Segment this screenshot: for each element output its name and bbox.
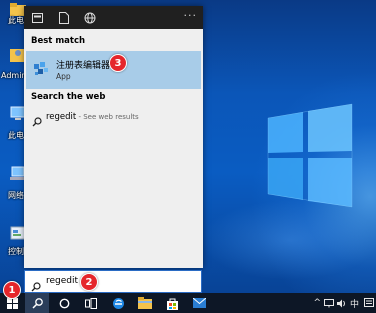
best-match-title: 注册表编辑器 (56, 61, 111, 71)
notification-icon[interactable] (364, 298, 374, 308)
taskbar-search-button[interactable] (25, 293, 49, 313)
system-tray: ^ 中 (313, 293, 374, 313)
best-match-heading: Best match (31, 36, 86, 46)
tray-up-chevron-icon[interactable]: ^ (313, 298, 321, 308)
annotation-badge-2: 2 (80, 273, 98, 291)
more-options-icon[interactable]: ··· (184, 9, 198, 22)
svg-text:中: 中 (350, 298, 359, 308)
documents-filter-icon[interactable] (56, 10, 71, 25)
network-status-icon[interactable] (324, 298, 334, 308)
search-input-value: regedit (46, 276, 79, 286)
cortana-button[interactable] (52, 293, 76, 313)
taskbar-store-button[interactable] (160, 293, 184, 313)
web-filter-globe-icon[interactable] (82, 10, 97, 25)
annotation-badge-3: 3 (109, 54, 127, 72)
task-view-button[interactable] (79, 293, 103, 313)
file-explorer-icon (138, 297, 152, 309)
start-search-panel: ··· Best match 注册表编辑器 App Search the web… (24, 6, 203, 268)
volume-icon[interactable] (337, 299, 347, 308)
search-input[interactable]: regedit (24, 270, 202, 293)
web-result-query: regedit (46, 112, 77, 122)
web-result-suffix: - See web results (76, 113, 139, 121)
web-result[interactable]: regedit - See web results (26, 107, 201, 127)
taskbar-explorer-button[interactable] (133, 293, 157, 313)
ime-icon[interactable]: 中 (350, 298, 361, 308)
search-web-heading: Search the web (31, 92, 106, 102)
best-match-subtitle: App (56, 72, 71, 81)
desktop-icon-label: 此电 (8, 131, 24, 140)
search-filter-bar: ··· (24, 6, 203, 29)
mail-icon (192, 298, 206, 308)
registry-editor-icon (32, 60, 50, 78)
edge-browser-icon (112, 297, 124, 309)
apps-filter-icon[interactable] (30, 10, 45, 25)
desktop-icon-label: 网络 (8, 191, 24, 200)
cortana-circle-icon (59, 298, 69, 308)
taskbar-mail-button[interactable] (187, 293, 211, 313)
search-icon (32, 112, 42, 131)
windows-start-icon (6, 297, 18, 309)
task-view-icon (85, 297, 97, 309)
taskbar: ^ 中 (0, 293, 376, 313)
search-icon (31, 297, 43, 309)
annotation-badge-1: 1 (3, 281, 21, 299)
desktop-icon-label: 控制 (8, 247, 24, 256)
store-bag-icon (166, 298, 178, 310)
taskbar-edge-button[interactable] (106, 293, 130, 313)
